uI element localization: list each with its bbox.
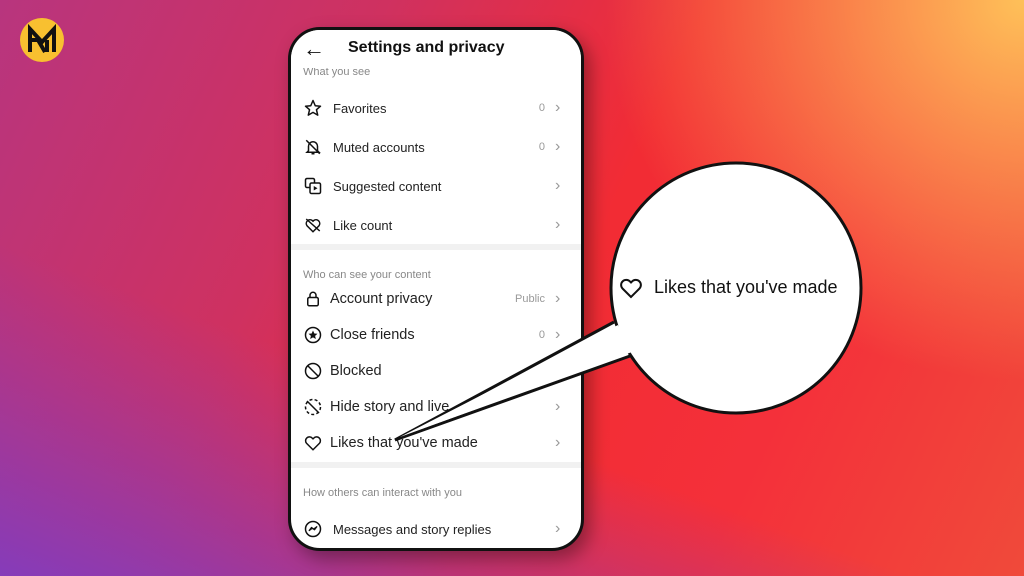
header: ← Settings and privacy [291, 30, 581, 68]
callout-label: Likes that you've made [654, 277, 838, 297]
callout-heart-icon [619, 276, 643, 305]
zoom-callout-bubble [394, 161, 863, 442]
page-title: Settings and privacy [348, 39, 505, 56]
back-arrow-icon[interactable]: ← [303, 38, 325, 60]
